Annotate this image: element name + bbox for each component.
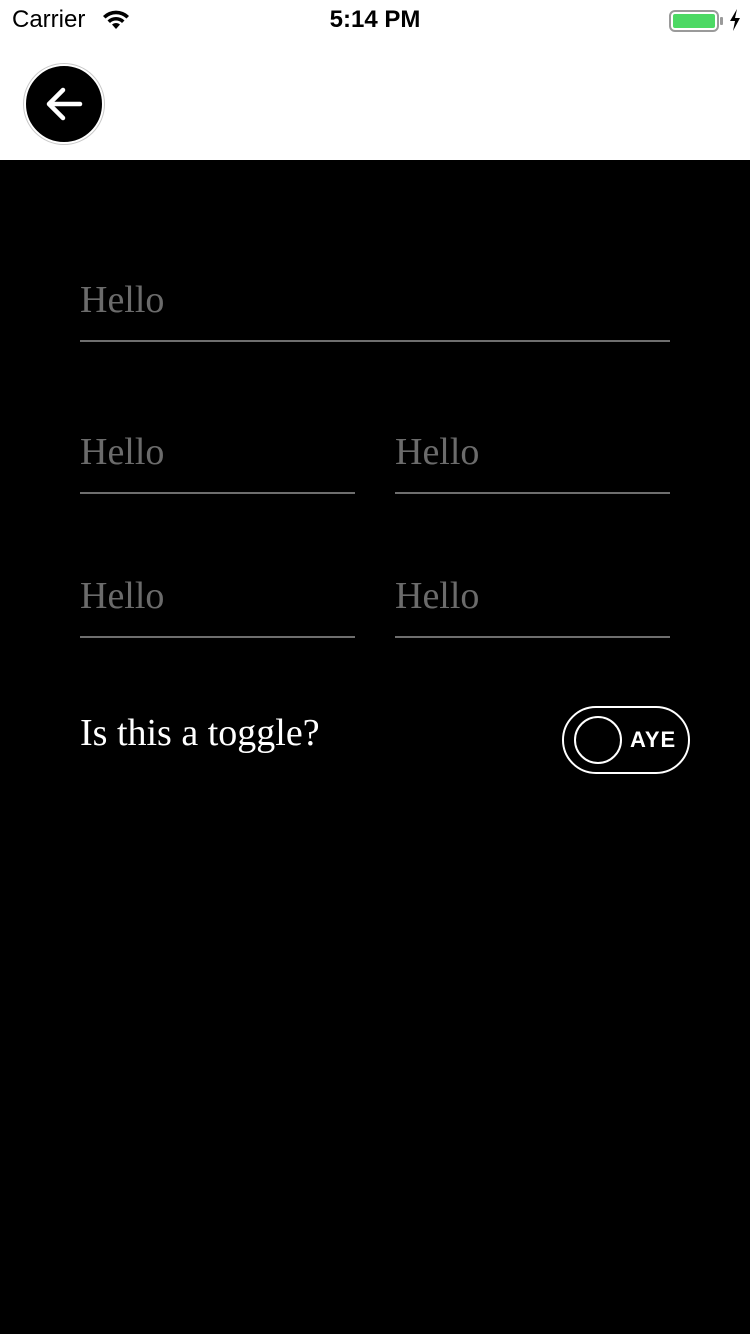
nav-bar	[0, 40, 750, 160]
back-button[interactable]	[24, 64, 104, 144]
text-input-3[interactable]	[395, 412, 670, 492]
toggle-knob	[574, 716, 622, 764]
toggle-text: AYE	[630, 727, 677, 752]
arrow-left-icon	[46, 87, 83, 121]
text-field-1	[80, 260, 670, 342]
charging-bolt-icon	[728, 8, 742, 32]
aye-toggle[interactable]: AYE	[562, 706, 690, 774]
battery-icon	[669, 9, 725, 33]
form-area: Is this a toggle? AYE	[0, 160, 750, 1334]
text-field-4	[80, 556, 355, 638]
status-bar: Carrier 5:14 PM	[0, 0, 750, 40]
text-input-5[interactable]	[395, 556, 670, 636]
text-field-5	[395, 556, 670, 638]
toggle-label: Is this a toggle?	[80, 712, 320, 754]
text-field-3	[395, 412, 670, 494]
status-time: 5:14 PM	[329, 6, 421, 33]
text-field-2	[80, 412, 355, 494]
text-input-4[interactable]	[80, 556, 355, 636]
text-input-2[interactable]	[80, 412, 355, 492]
text-input-1[interactable]	[80, 260, 670, 340]
